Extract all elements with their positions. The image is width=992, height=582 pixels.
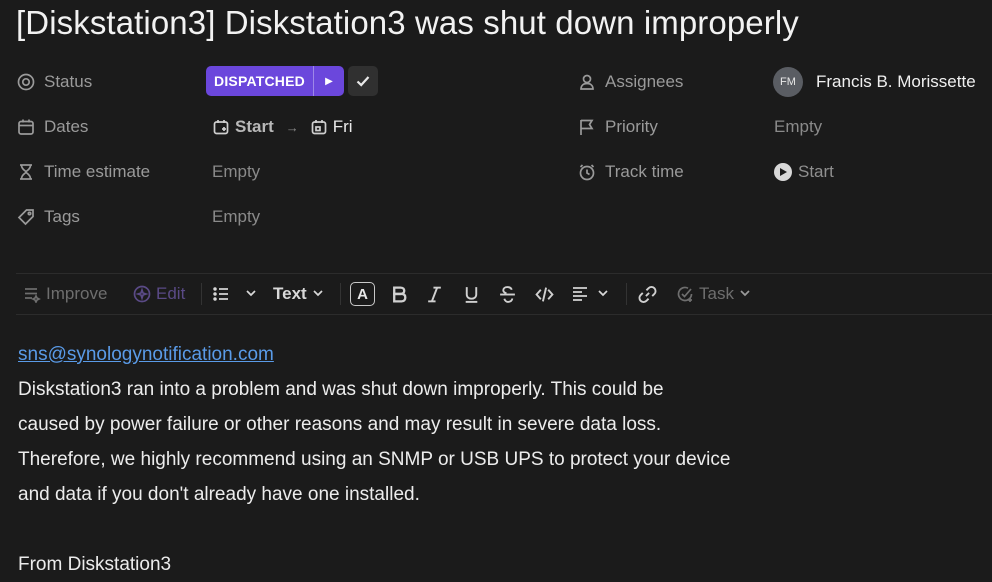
chevron-down-icon bbox=[739, 284, 751, 304]
description[interactable]: sns@synologynotification.com Diskstation… bbox=[18, 337, 730, 582]
text-style-dropdown[interactable]: Text bbox=[273, 282, 324, 306]
italic-icon bbox=[427, 286, 441, 302]
task-dropdown[interactable]: Task bbox=[676, 282, 751, 306]
improve-lines-icon bbox=[25, 288, 41, 303]
code-icon bbox=[534, 286, 554, 302]
signature-line: From Diskstation3 bbox=[18, 554, 172, 575]
play-icon bbox=[774, 163, 792, 181]
paragraph-line: Diskstation3 ran into a problem and was … bbox=[18, 379, 664, 400]
toolbar-separator bbox=[201, 283, 202, 305]
bold-icon bbox=[392, 285, 406, 303]
improve-button[interactable]: Improve bbox=[23, 282, 107, 306]
toolbar-separator bbox=[626, 283, 627, 305]
chevron-down-icon bbox=[312, 284, 324, 304]
toolbar-separator bbox=[340, 283, 341, 305]
toolbar-top-divider bbox=[16, 273, 992, 274]
underline-icon bbox=[465, 286, 477, 303]
status-icon bbox=[17, 73, 35, 91]
tag-icon bbox=[17, 209, 34, 226]
bold-button[interactable] bbox=[388, 282, 410, 306]
link-icon bbox=[638, 285, 656, 303]
tags-value[interactable]: Empty bbox=[212, 205, 260, 229]
track-time-start-label: Start bbox=[798, 162, 834, 181]
flag-icon bbox=[580, 119, 594, 135]
italic-button[interactable] bbox=[423, 282, 445, 306]
assignee-avatar[interactable]: FM bbox=[773, 67, 803, 97]
paragraph-line: caused by power failure or other reasons… bbox=[18, 414, 662, 435]
tags-label: Tags bbox=[17, 205, 80, 229]
text-color-button[interactable]: A bbox=[350, 282, 375, 306]
time-estimate-label: Time estimate bbox=[17, 160, 150, 184]
chevron-down-icon bbox=[245, 284, 257, 304]
underline-button[interactable] bbox=[460, 282, 482, 306]
strikethrough-button[interactable] bbox=[496, 282, 518, 306]
paragraph-line: Therefore, we highly recommend using an … bbox=[18, 449, 731, 470]
dates-value[interactable]: Start → Fri bbox=[213, 115, 353, 139]
status-label: Status bbox=[17, 70, 92, 94]
time-estimate-value[interactable]: Empty bbox=[212, 160, 260, 184]
task-title[interactable]: [Diskstation3] Diskstation3 was shut dow… bbox=[16, 4, 799, 42]
track-time-start-button[interactable]: Start bbox=[774, 160, 834, 184]
user-icon bbox=[580, 74, 594, 90]
ai-edit-button[interactable]: Edit bbox=[133, 282, 185, 306]
priority-value[interactable]: Empty bbox=[774, 115, 822, 139]
status-dropdown[interactable]: DISPATCHED ▶ bbox=[206, 66, 344, 96]
calendar-icon bbox=[18, 119, 34, 135]
status-value[interactable]: DISPATCHED bbox=[206, 66, 313, 96]
status-next-arrow-icon[interactable]: ▶ bbox=[313, 66, 344, 96]
stopwatch-icon bbox=[579, 164, 595, 181]
complete-check-button[interactable] bbox=[348, 66, 378, 96]
assignees-label: Assignees bbox=[578, 70, 683, 94]
due-date[interactable]: Fri bbox=[333, 117, 353, 137]
dates-label: Dates bbox=[17, 115, 88, 139]
align-left-icon bbox=[573, 287, 587, 301]
chevron-down-icon bbox=[597, 284, 609, 304]
check-icon bbox=[356, 76, 370, 87]
bullet-list-icon bbox=[213, 287, 228, 301]
paragraph-line: and data if you don't already have one i… bbox=[18, 484, 420, 505]
toolbar-bottom-divider bbox=[16, 314, 992, 315]
track-time-label: Track time bbox=[578, 160, 684, 184]
strikethrough-icon bbox=[499, 285, 515, 303]
task-check-icon bbox=[677, 286, 693, 302]
inline-code-button[interactable] bbox=[533, 282, 555, 306]
assignee-name[interactable]: Francis B. Morissette bbox=[816, 70, 976, 94]
arrow-right-icon: → bbox=[285, 119, 299, 135]
ai-sparkle-icon bbox=[133, 285, 151, 303]
start-date[interactable]: Start bbox=[235, 117, 274, 137]
link-button[interactable] bbox=[636, 282, 658, 306]
calendar-end-icon bbox=[311, 120, 327, 135]
priority-label: Priority bbox=[578, 115, 658, 139]
sender-email-link[interactable]: sns@synologynotification.com bbox=[18, 344, 274, 365]
hourglass-icon bbox=[20, 164, 32, 180]
list-dropdown[interactable] bbox=[212, 282, 257, 306]
calendar-start-icon bbox=[213, 120, 229, 135]
align-dropdown[interactable] bbox=[571, 282, 609, 306]
